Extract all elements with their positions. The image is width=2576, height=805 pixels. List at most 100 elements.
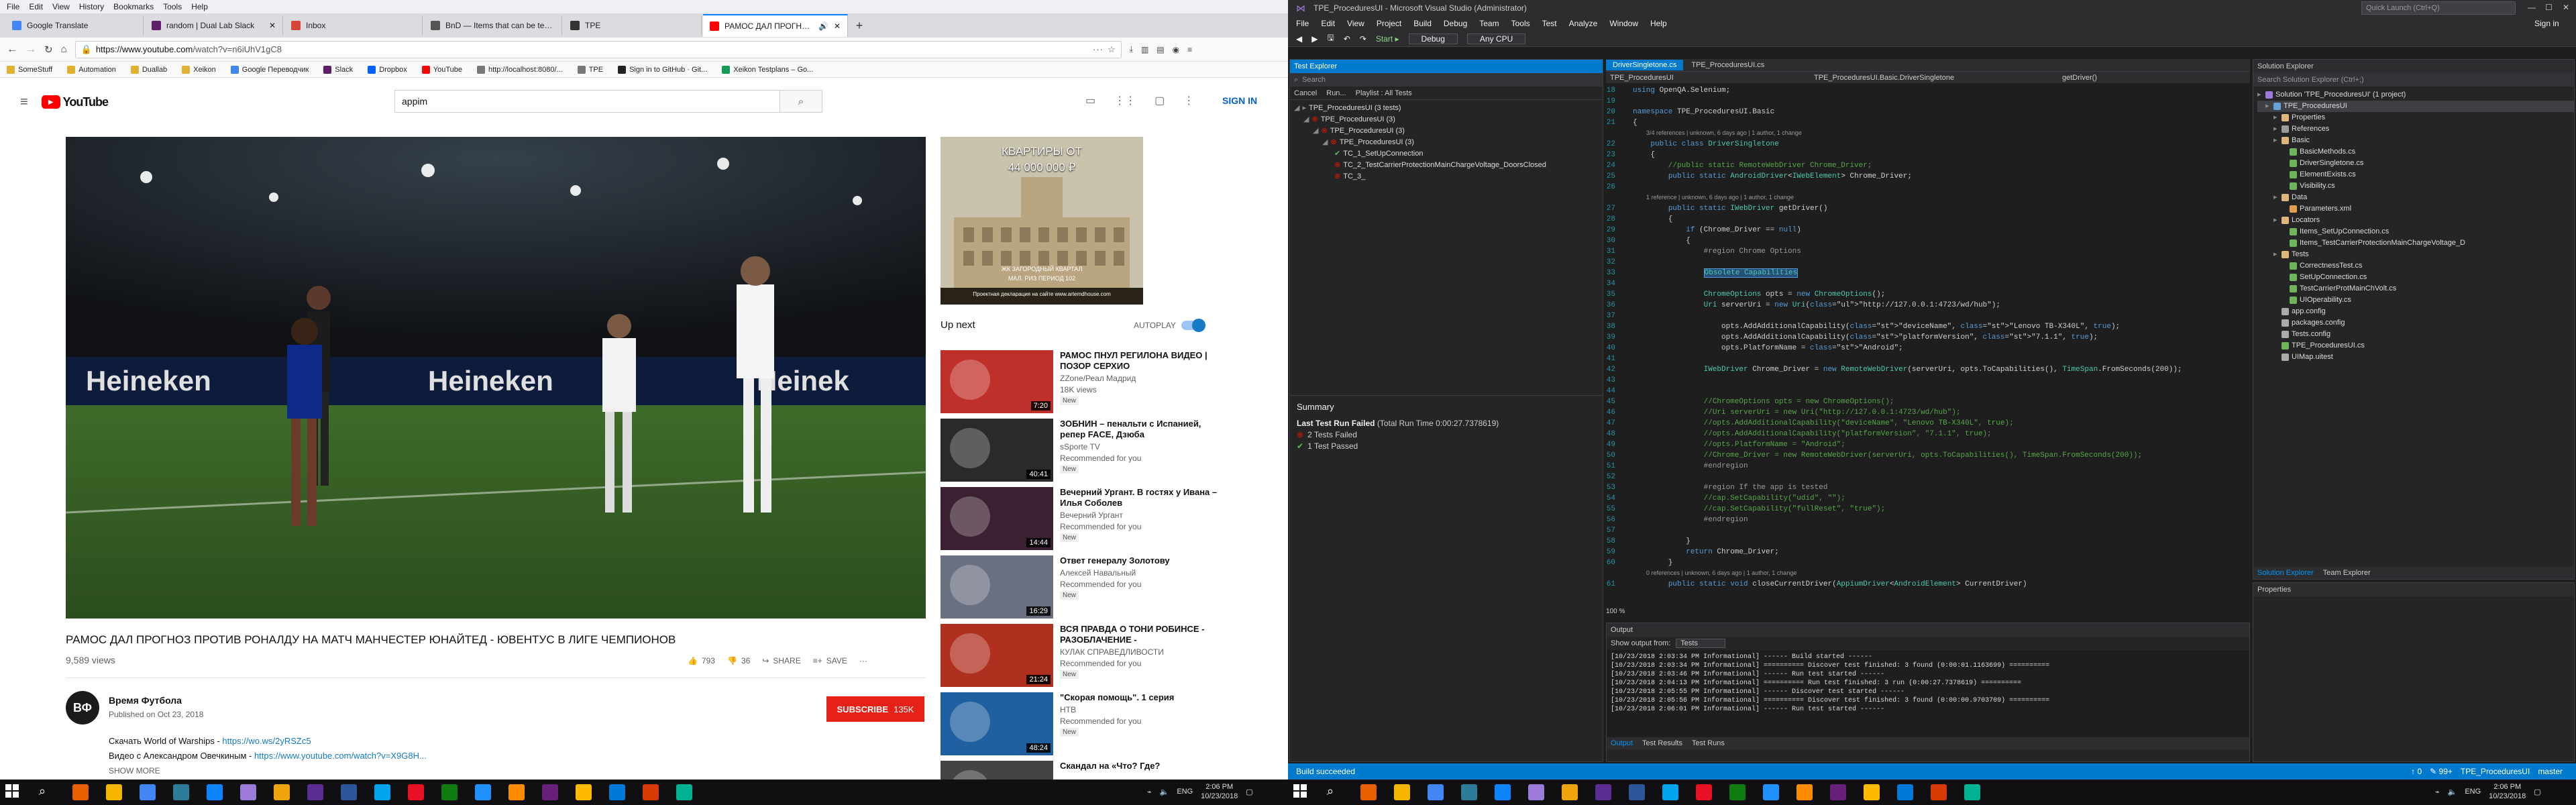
- app-icon[interactable]: [1964, 784, 1980, 800]
- code-line[interactable]: 58 }: [1606, 537, 1690, 546]
- windows-start-icon[interactable]: [1293, 784, 1309, 800]
- code-line[interactable]: 39 opts.AddAdditionalCapability(class="s…: [1606, 333, 2098, 342]
- tab-youtube-active[interactable]: РАМОС ДАЛ ПРОГНОЗ П 🔊 ✕: [703, 14, 848, 37]
- settings-dots-icon[interactable]: ⋮: [1183, 94, 1194, 107]
- code-line[interactable]: 57: [1606, 526, 1633, 535]
- edge-icon[interactable]: [106, 784, 122, 800]
- home-icon[interactable]: ⌂: [61, 44, 67, 55]
- related-video[interactable]: 21:24 ВСЯ ПРАВДА О ТОНИ РОБИНСЕ - РАЗОБЛ…: [941, 624, 1222, 687]
- playlist-dropdown[interactable]: Playlist : All Tests: [1356, 89, 1412, 97]
- more-actions-icon[interactable]: ···: [1093, 44, 1104, 54]
- expander-icon[interactable]: ▸: [2273, 135, 2279, 146]
- expander-icon[interactable]: ◢: [1322, 137, 1328, 148]
- advertisement-banner[interactable]: КВАРТИРЫ ОТ 44 000 000 ₽ ЖК ЗАГОРОДНЫЙ К…: [941, 137, 1143, 305]
- expander-icon[interactable]: ◢: [1303, 114, 1309, 125]
- new-tab-button[interactable]: +: [849, 19, 869, 33]
- language-indicator[interactable]: ENG: [1177, 788, 1193, 796]
- app-icon[interactable]: [1763, 784, 1779, 800]
- solution-item-cs[interactable]: Items_SetUpConnection.cs: [2257, 226, 2574, 237]
- code-line[interactable]: 54 //cap.SetCapability("udid", "");: [1606, 494, 1845, 503]
- menu-file[interactable]: File: [7, 2, 19, 11]
- upload-video-icon[interactable]: ▭: [1085, 94, 1095, 107]
- firefox-icon[interactable]: [173, 784, 189, 800]
- configuration-dropdown[interactable]: Debug: [1408, 33, 1458, 44]
- app-icon[interactable]: [408, 784, 424, 800]
- video-player[interactable]: Heineken Heineken Heinek: [66, 137, 926, 619]
- vs-menu-view[interactable]: View: [1347, 19, 1364, 28]
- vs-menu-edit[interactable]: Edit: [1321, 19, 1335, 28]
- test-tree-node[interactable]: ⊗ TC_3_: [1294, 171, 1603, 182]
- search-icon[interactable]: ⌕: [1327, 784, 1343, 800]
- dislike-button[interactable]: 👎 36: [727, 656, 750, 665]
- solution-item-cfg[interactable]: packages.config: [2257, 317, 2574, 329]
- expander-icon[interactable]: ▸: [2273, 249, 2279, 260]
- solution-item-cfg[interactable]: Tests.config: [2257, 329, 2574, 340]
- app-icon[interactable]: [576, 784, 592, 800]
- vs-menu-debug[interactable]: Debug: [1444, 19, 1467, 28]
- notification-icon[interactable]: ▢: [1246, 788, 1252, 796]
- solution-item-cs[interactable]: TPE_ProceduresUI.cs: [2257, 340, 2574, 352]
- code-line[interactable]: 29 if (Chrome_Driver == null): [1606, 225, 1801, 235]
- solution-item-folder[interactable]: ▸ Basic: [2257, 135, 2574, 146]
- visual-studio-icon[interactable]: [240, 784, 256, 800]
- vs-menu-team[interactable]: Team: [1479, 19, 1499, 28]
- account-icon[interactable]: ◉: [1173, 45, 1179, 54]
- like-button[interactable]: 👍 793: [688, 656, 715, 665]
- downloads-icon[interactable]: ⤓: [1130, 44, 1133, 54]
- menu-view[interactable]: View: [52, 2, 70, 11]
- solution-item-cs[interactable]: CorrectnessTest.cs: [2257, 260, 2574, 272]
- related-video[interactable]: 16:29 Ответ генералу Золотову Алексей На…: [941, 555, 1222, 619]
- code-line[interactable]: 47 //opts.AddAdditionalCapability("devic…: [1606, 419, 2014, 428]
- sidebar-icon[interactable]: ▤: [1157, 45, 1164, 54]
- word-icon[interactable]: [341, 784, 357, 800]
- expander-icon[interactable]: ◢: [1294, 103, 1299, 114]
- code-line[interactable]: 3/4 references | unknown, 6 days ago | 1…: [1606, 129, 1802, 138]
- status-changes[interactable]: ✎ 99+: [2430, 767, 2453, 776]
- close-icon[interactable]: ✕: [834, 21, 841, 31]
- vs-menu-test[interactable]: Test: [1542, 19, 1557, 28]
- code-line[interactable]: 31 #region Chrome Options: [1606, 247, 1801, 256]
- expander-icon[interactable]: ▸: [2273, 123, 2279, 135]
- app-icon[interactable]: [1696, 784, 1712, 800]
- related-video[interactable]: 48:24 "Скорая помощь". 1 серия НТВ Recom…: [941, 692, 1222, 755]
- passed-tests-link[interactable]: ✔ 1 Test Passed: [1297, 441, 1597, 452]
- tab-solution-explorer[interactable]: Solution Explorer: [2257, 569, 2314, 577]
- bookmark-xeikon[interactable]: Xeikon: [182, 65, 216, 74]
- code-line[interactable]: 38 opts.AddAdditionalCapability(class="s…: [1606, 322, 2120, 331]
- network-icon[interactable]: ⌁: [1147, 788, 1152, 796]
- status-publish[interactable]: ↑ 0: [2411, 767, 2422, 776]
- bookmark-duallab[interactable]: Duallab: [130, 65, 167, 74]
- vs-menu-tools[interactable]: Tools: [1511, 19, 1530, 28]
- status-branch[interactable]: master: [2538, 767, 2576, 776]
- tab-google-translate[interactable]: Google Translate: [5, 15, 144, 36]
- member-dropdown[interactable]: getDriver(): [2062, 74, 2097, 82]
- description-link[interactable]: https://www.youtube.com/watch?v=X9G8H...: [254, 751, 427, 761]
- notification-icon[interactable]: ▢: [2534, 788, 2540, 796]
- code-line[interactable]: 56 #endregion: [1606, 515, 1748, 525]
- solution-item-cs[interactable]: SetUpConnection.cs: [2257, 272, 2574, 283]
- windows-start-icon[interactable]: [5, 784, 21, 800]
- outlook-icon[interactable]: [207, 784, 223, 800]
- outlook-icon[interactable]: [1495, 784, 1511, 800]
- menu-help[interactable]: Help: [191, 2, 208, 11]
- visual-studio-icon[interactable]: [1528, 784, 1544, 800]
- solution-item-folder[interactable]: ▸ Data: [2257, 192, 2574, 203]
- code-line[interactable]: 1 reference | unknown, 6 days ago | 1 au…: [1606, 193, 1794, 203]
- tab-team-explorer[interactable]: Team Explorer: [2323, 569, 2371, 577]
- edge-icon[interactable]: [1394, 784, 1410, 800]
- bookmark-slack[interactable]: Slack: [323, 65, 353, 74]
- word-icon[interactable]: [1629, 784, 1645, 800]
- youtube-search-button[interactable]: ⌕: [780, 90, 822, 113]
- hamburger-menu-icon[interactable]: ≡: [1187, 45, 1192, 54]
- bookmark-google-translate[interactable]: Google Переводчик: [230, 65, 309, 74]
- code-line[interactable]: 46 //Uri serverUri = new Uri("http://127…: [1606, 408, 1961, 417]
- project-dropdown[interactable]: TPE_ProceduresUI: [1606, 74, 1807, 82]
- code-line[interactable]: 28 {: [1606, 215, 1673, 224]
- clock[interactable]: 2:06 PM 10/23/2018: [2489, 782, 2526, 801]
- solution-item-cs[interactable]: Visibility.cs: [2257, 180, 2574, 192]
- solution-item-folder[interactable]: ▸ Locators: [2257, 215, 2574, 226]
- hamburger-menu-icon[interactable]: ≡: [20, 95, 28, 110]
- code-line[interactable]: 37: [1606, 311, 1633, 321]
- code-line[interactable]: 53 #region If the app is tested: [1606, 483, 1828, 492]
- app-icon[interactable]: [609, 784, 625, 800]
